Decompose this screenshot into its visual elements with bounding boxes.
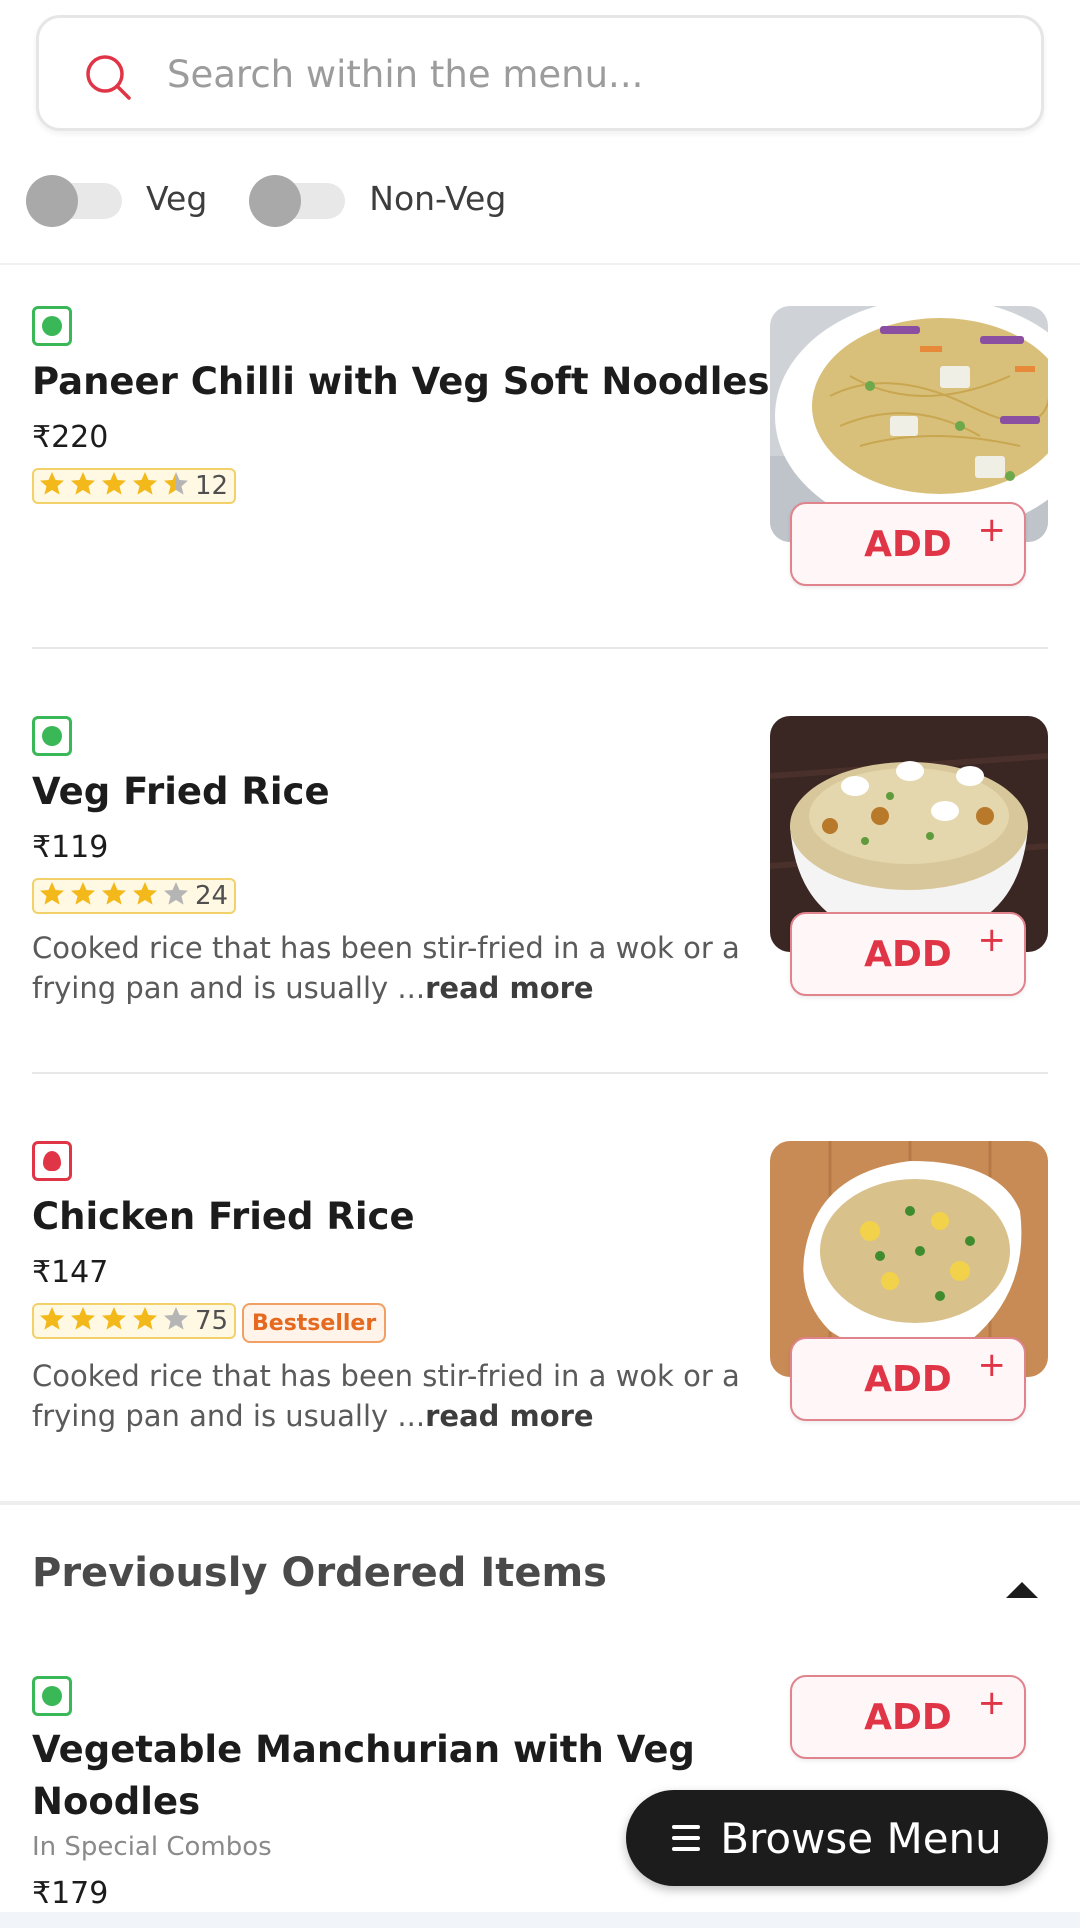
menu-item: Chicken Fried Rice ₹147 75 Bestseller Co…: [32, 1141, 1048, 1461]
section-divider: [0, 1501, 1080, 1505]
rating-badge: 75: [32, 1303, 237, 1339]
read-more-link[interactable]: read more: [425, 1399, 594, 1433]
star-rating: [38, 470, 193, 502]
search-input[interactable]: [167, 46, 1007, 102]
non-veg-toggle[interactable]: [249, 175, 346, 227]
menu-item: Veg Fried Rice ₹119 24 Cooked rice that …: [32, 716, 1048, 1026]
item-price: ₹179: [32, 1876, 109, 1911]
item-price: ₹147: [32, 1255, 109, 1290]
browse-menu-label: Browse Menu: [720, 1813, 1002, 1863]
rating-badge: 12: [32, 468, 237, 504]
add-button[interactable]: ADD +: [790, 912, 1026, 996]
veg-indicator-icon: [32, 306, 72, 346]
star-icon: [164, 882, 188, 905]
rating-count: 75: [195, 1306, 229, 1336]
search-icon: [86, 55, 131, 100]
star-icon: [133, 1307, 157, 1330]
star-icon: [71, 1307, 95, 1330]
search-bar[interactable]: [36, 15, 1044, 131]
star-icon: [102, 882, 126, 905]
veg-indicator-icon: [32, 1676, 72, 1716]
item-name: Veg Fried Rice: [32, 770, 330, 813]
item-name-line-2: Noodles: [32, 1780, 201, 1823]
item-category: In Special Combos: [32, 1832, 272, 1862]
star-icon: [133, 882, 157, 905]
star-icon: [40, 882, 64, 905]
veg-toggle[interactable]: [26, 175, 122, 227]
item-name: Paneer Chilli with Veg Soft Noodles: [32, 360, 770, 403]
add-button[interactable]: ADD +: [790, 1337, 1026, 1421]
rating-count: 24: [195, 881, 229, 911]
star-icon: [133, 472, 157, 495]
rating-badge: 24: [32, 878, 237, 914]
item-price: ₹220: [32, 420, 109, 455]
star-icon: [71, 472, 95, 495]
hamburger-menu-icon: [672, 1825, 701, 1851]
menu-item: Paneer Chilli with Veg Soft Noodles ₹220…: [32, 306, 1048, 606]
read-more-link[interactable]: read more: [425, 971, 594, 1005]
item-divider: [32, 1072, 1048, 1074]
section-title: Previously Ordered Items: [32, 1550, 607, 1596]
add-button[interactable]: ADD +: [790, 1675, 1026, 1759]
veg-indicator-icon: [32, 716, 72, 756]
add-button[interactable]: ADD +: [790, 502, 1026, 586]
star-icon: [164, 1307, 188, 1330]
star-icon: [71, 882, 95, 905]
diet-filters: Veg Non-Veg: [26, 168, 548, 228]
star-rating: [38, 880, 193, 912]
bottom-edge: [0, 1912, 1080, 1928]
rating-count: 12: [195, 471, 229, 501]
star-icon: [40, 472, 64, 495]
item-description: Cooked rice that has been stir-fried in …: [32, 1359, 740, 1433]
star-icon: [102, 472, 126, 495]
star-rating: [38, 1305, 193, 1337]
star-icon: [40, 1307, 64, 1330]
bestseller-badge: Bestseller: [242, 1303, 387, 1343]
divider: [0, 263, 1080, 265]
item-price: ₹119: [32, 830, 109, 865]
star-icon: [102, 1307, 126, 1330]
item-name: Chicken Fried Rice: [32, 1195, 415, 1238]
star-icon: [164, 472, 188, 495]
non-veg-toggle-label: Non-Veg: [369, 178, 507, 218]
item-divider: [32, 647, 1048, 649]
collapse-caret-icon[interactable]: [1004, 1578, 1040, 1600]
veg-toggle-label: Veg: [146, 178, 208, 218]
browse-menu-button[interactable]: Browse Menu: [626, 1790, 1048, 1886]
item-name-line-1: Vegetable Manchurian with Veg: [32, 1728, 695, 1771]
non-veg-indicator-icon: [32, 1141, 72, 1181]
item-description: Cooked rice that has been stir-fried in …: [32, 931, 740, 1005]
